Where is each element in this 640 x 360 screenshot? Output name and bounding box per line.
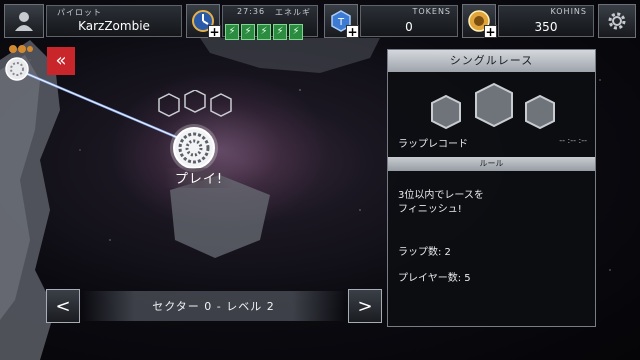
laps-count: ラップ数: 2 (398, 247, 451, 258)
gear-icon (608, 12, 626, 30)
tokens-panel: TOKENS 0 (360, 5, 458, 37)
pilot-label: パイロット (57, 8, 102, 17)
energy-panel: 27:36 エネルギ ⚡ ⚡ ⚡ ⚡ ⚡ (222, 5, 318, 40)
energy-timer: 27:36 (237, 7, 266, 16)
plus-icon: + (208, 25, 221, 39)
energy-cell: ⚡ (273, 24, 287, 40)
sector-node-previous[interactable] (4, 56, 30, 82)
energy-cell: ⚡ (225, 24, 239, 40)
tokens-value: 0 (405, 20, 413, 34)
kohins-add-button[interactable]: + (462, 4, 497, 39)
plus-icon: + (484, 25, 497, 39)
chevron-left-icon: < (55, 295, 71, 317)
play-label[interactable]: プレイ! (165, 168, 233, 188)
pilot-name: KarzZombie (78, 19, 150, 33)
prev-level-button[interactable]: < (46, 289, 80, 323)
double-chevron-left-icon: « (55, 50, 67, 71)
back-button[interactable]: « (47, 47, 75, 75)
energy-cells: ⚡ ⚡ ⚡ ⚡ ⚡ (225, 19, 305, 40)
energy-cell: ⚡ (241, 24, 255, 40)
chevron-right-icon: > (357, 295, 373, 317)
svg-text:T: T (337, 17, 345, 28)
level-indicator: セクター 0 - レベル 2 (82, 291, 345, 321)
rule-line-1: 3位以内でレースを (398, 190, 484, 201)
rule-line-2: フィニッシュ! (398, 204, 462, 215)
lap-record-value: -- :-- :-- (559, 136, 587, 145)
players-count: プレイヤー数: 5 (398, 273, 471, 284)
tokens-add-button[interactable]: T + (324, 4, 359, 39)
pilot-panel: パイロット KarzZombie (46, 5, 182, 37)
plus-icon: + (346, 25, 359, 39)
settings-button[interactable] (598, 4, 636, 38)
trophy-slots (431, 82, 555, 130)
energy-refill-button[interactable]: + (186, 4, 221, 39)
top-bar: パイロット KarzZombie + 27:36 エネルギ ⚡ ⚡ ⚡ ⚡ ⚡ T + … (0, 0, 640, 40)
profile-icon (15, 12, 33, 31)
kohins-label: KOHINS (550, 7, 587, 16)
next-level-button[interactable]: > (348, 289, 382, 323)
kohins-panel: KOHINS 350 (498, 5, 594, 37)
energy-label: エネルギ (275, 8, 311, 17)
profile-button[interactable] (4, 4, 44, 38)
race-panel-title: シングルレース (388, 50, 595, 72)
level-text: セクター 0 - レベル 2 (152, 300, 275, 313)
race-info-panel: シングルレース ラップレコード -- :-- :-- ルール 3位以内でレースを… (387, 49, 596, 327)
level-stars (158, 90, 232, 117)
tokens-label: TOKENS (412, 7, 451, 16)
energy-cell: ⚡ (289, 24, 303, 40)
energy-cell: ⚡ (257, 24, 271, 40)
level-node-current[interactable] (164, 122, 224, 174)
asteroid-top (200, 38, 380, 73)
rules-header: ルール (388, 157, 595, 171)
reward-dots-icon (9, 45, 33, 53)
lap-record-label: ラップレコード (398, 139, 468, 150)
kohins-value: 350 (534, 20, 558, 34)
